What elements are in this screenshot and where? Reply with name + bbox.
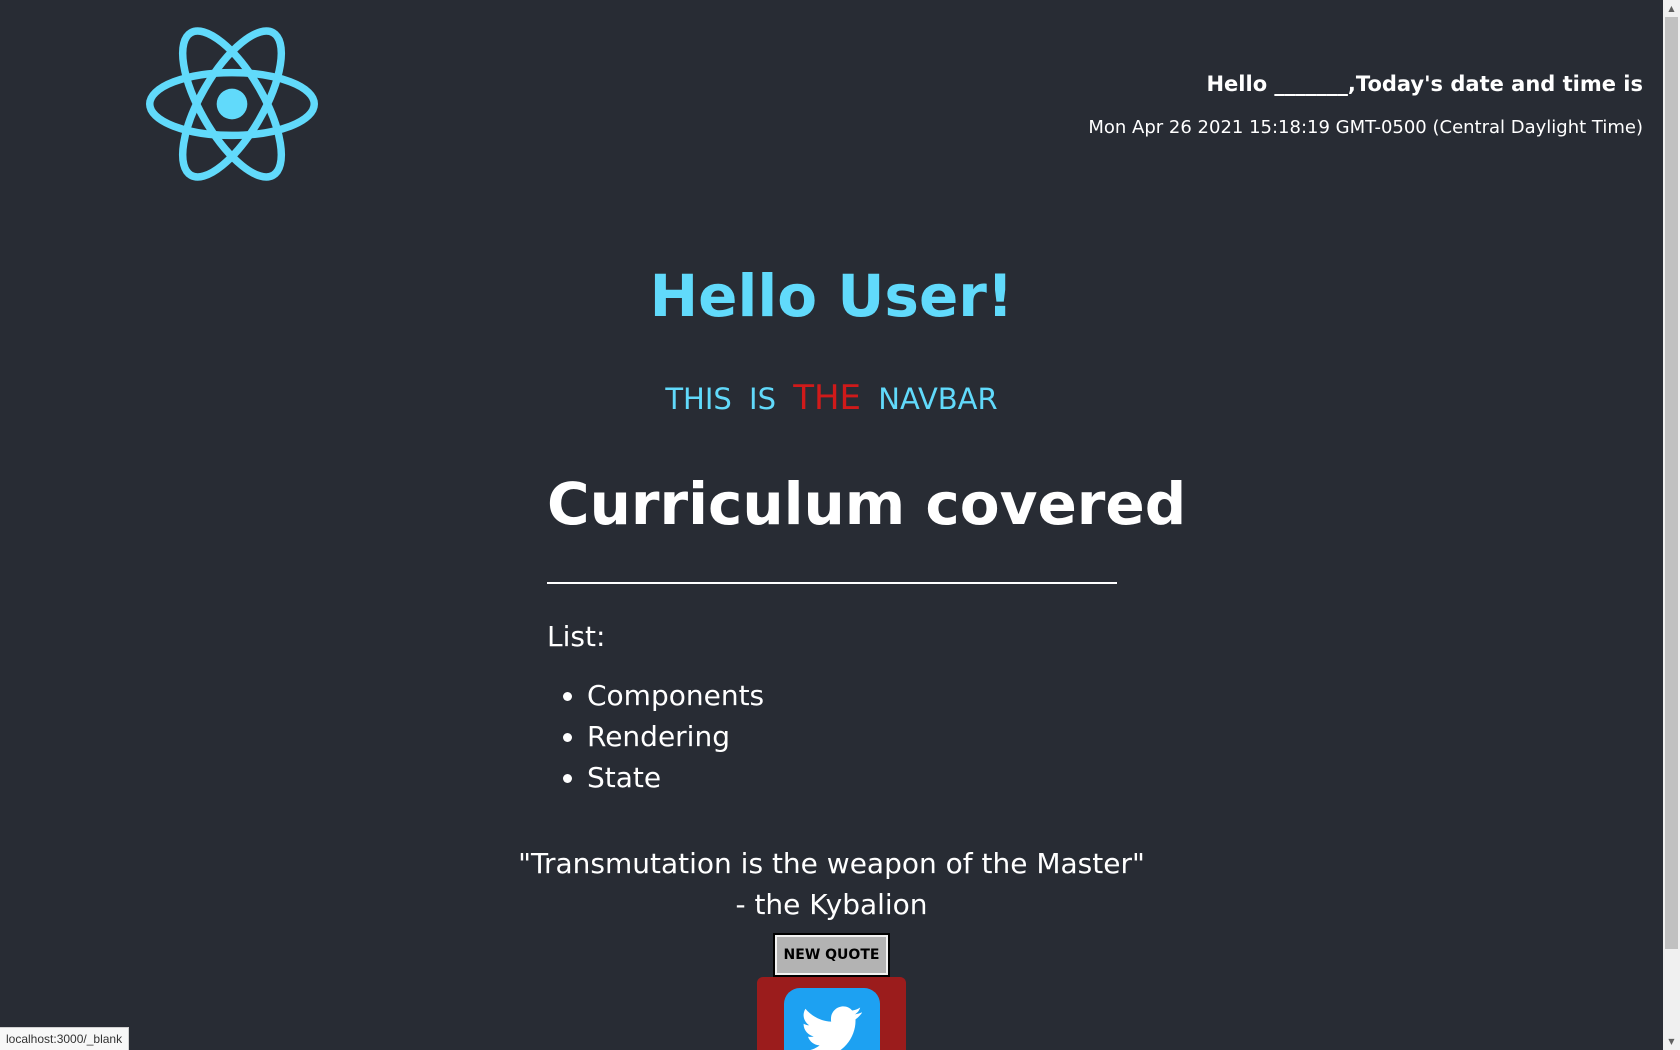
curriculum-divider (547, 582, 1117, 584)
curriculum-list: Components Rendering State (547, 675, 1117, 798)
navbar-item-is: IS (749, 382, 776, 416)
new-quote-button[interactable]: NEW QUOTE (773, 933, 890, 977)
quote-author: - the Kybalion (735, 888, 928, 921)
page-title: Hello User! (649, 262, 1014, 330)
scrollbar-thumb[interactable] (1665, 17, 1678, 949)
list-item: Components (587, 675, 1117, 716)
quote-block: "Transmutation is the weapon of the Mast… (0, 843, 1663, 925)
list-label: List: (547, 620, 606, 653)
scroll-up-arrow-icon[interactable]: ▲ (1663, 0, 1680, 17)
curriculum-section: Curriculum covered List: Components Rend… (547, 470, 1187, 798)
react-logo-icon (146, 18, 318, 190)
navbar: THIS IS THE NAVBAR (0, 378, 1663, 418)
tweet-quote-button[interactable] (784, 988, 880, 1050)
list-item: Rendering (587, 716, 1117, 757)
vertical-scrollbar[interactable]: ▲ ▼ (1663, 0, 1680, 1050)
tweet-quote-container (757, 977, 906, 1050)
status-bar-link: localhost:3000/_blank (0, 1027, 130, 1050)
app-page: Hello _______,Today's date and time is M… (0, 0, 1680, 1050)
greeting-block: Hello _______,Today's date and time is M… (1088, 72, 1643, 138)
scroll-down-arrow-icon[interactable]: ▼ (1663, 1033, 1680, 1050)
twitter-bird-icon (803, 1006, 862, 1050)
navbar-item-navbar: NAVBAR (878, 382, 998, 416)
greeting-text: Hello _______,Today's date and time is (1206, 72, 1643, 96)
navbar-item-the: THE (793, 378, 862, 418)
quote-text: "Transmutation is the weapon of the Mast… (518, 847, 1145, 880)
curriculum-heading: Curriculum covered (547, 470, 1187, 538)
navbar-item-this: THIS (665, 382, 732, 416)
current-datetime: Mon Apr 26 2021 15:18:19 GMT-0500 (Centr… (1088, 117, 1643, 138)
list-item: State (587, 757, 1117, 798)
